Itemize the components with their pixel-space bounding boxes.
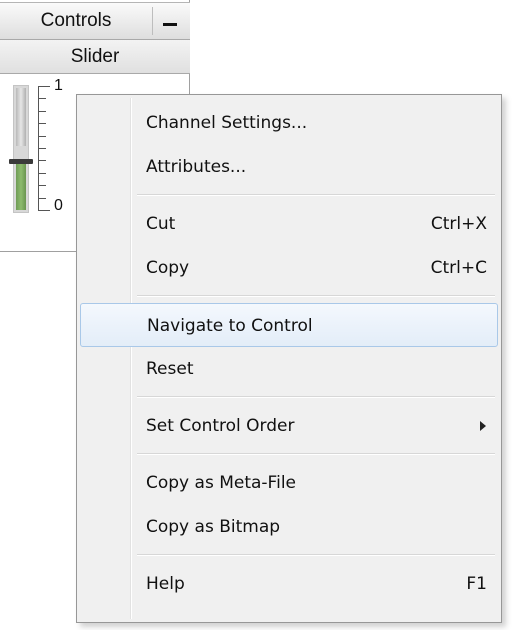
menu-item-label: Help [146, 574, 185, 594]
slider-track[interactable] [13, 85, 29, 213]
menu-item-shortcut: Ctrl+C [430, 258, 487, 278]
menu-separator [137, 396, 495, 398]
menu-item-reset[interactable]: Reset [80, 347, 498, 391]
menu-item-cut[interactable]: Cut Ctrl+X [80, 202, 498, 246]
scale-tick [38, 210, 50, 211]
submenu-arrow-icon [480, 421, 486, 431]
scale-tick [38, 136, 46, 137]
menu-item-help[interactable]: Help F1 [80, 562, 498, 606]
menu-item-label: Reset [146, 359, 194, 379]
scale-min-label: 0 [54, 197, 63, 214]
panel-header[interactable]: Controls [0, 2, 190, 40]
scale-tick [38, 98, 46, 99]
scale-tick [38, 148, 46, 149]
menu-item-shortcut: F1 [466, 574, 487, 594]
menu-item-label: Copy [146, 258, 190, 278]
menu-item-label: Navigate to Control [147, 316, 313, 336]
menu-item-label: Cut [146, 214, 176, 234]
slider-scale: 1 0 [38, 78, 78, 214]
panel-title: Controls [40, 10, 112, 31]
menu-item-copy-as-meta-file[interactable]: Copy as Meta-File [80, 461, 498, 505]
menu-item-channel-settings[interactable]: Channel Settings... [80, 101, 498, 145]
scale-tick [38, 123, 46, 124]
minimize-icon[interactable] [152, 7, 186, 35]
menu-item-copy-as-bitmap[interactable]: Copy as Bitmap [80, 505, 498, 549]
scale-tick [38, 185, 46, 186]
scale-tick [38, 198, 46, 199]
menu-separator [137, 295, 495, 297]
slider-caption: Slider [0, 40, 190, 74]
menu-item-navigate-to-control[interactable]: Navigate to Control [80, 303, 498, 347]
slider-fill [16, 160, 26, 210]
slider-empty-region [16, 88, 26, 146]
scale-tick [38, 173, 46, 174]
menu-item-label: Copy as Bitmap [146, 517, 281, 537]
menu-item-copy[interactable]: Copy Ctrl+C [80, 246, 498, 290]
menu-separator [137, 554, 495, 556]
menu-separator [137, 453, 495, 455]
menu-item-attributes[interactable]: Attributes... [80, 145, 498, 189]
scale-tick [38, 160, 46, 161]
menu-item-shortcut: Ctrl+X [430, 214, 487, 234]
scale-tick [38, 111, 46, 112]
menu-separator [137, 194, 495, 196]
slider-thumb[interactable] [9, 159, 33, 164]
menu-item-label: Attributes... [146, 157, 247, 177]
context-menu: Channel Settings... Attributes... Cut Ctrl+… [76, 94, 502, 623]
scale-max-label: 1 [54, 77, 63, 94]
menu-item-set-control-order[interactable]: Set Control Order [80, 404, 498, 448]
menu-item-label: Set Control Order [146, 416, 295, 436]
menu-item-label: Channel Settings... [146, 113, 308, 133]
scale-tick [38, 86, 50, 87]
menu-item-label: Copy as Meta-File [146, 473, 296, 493]
